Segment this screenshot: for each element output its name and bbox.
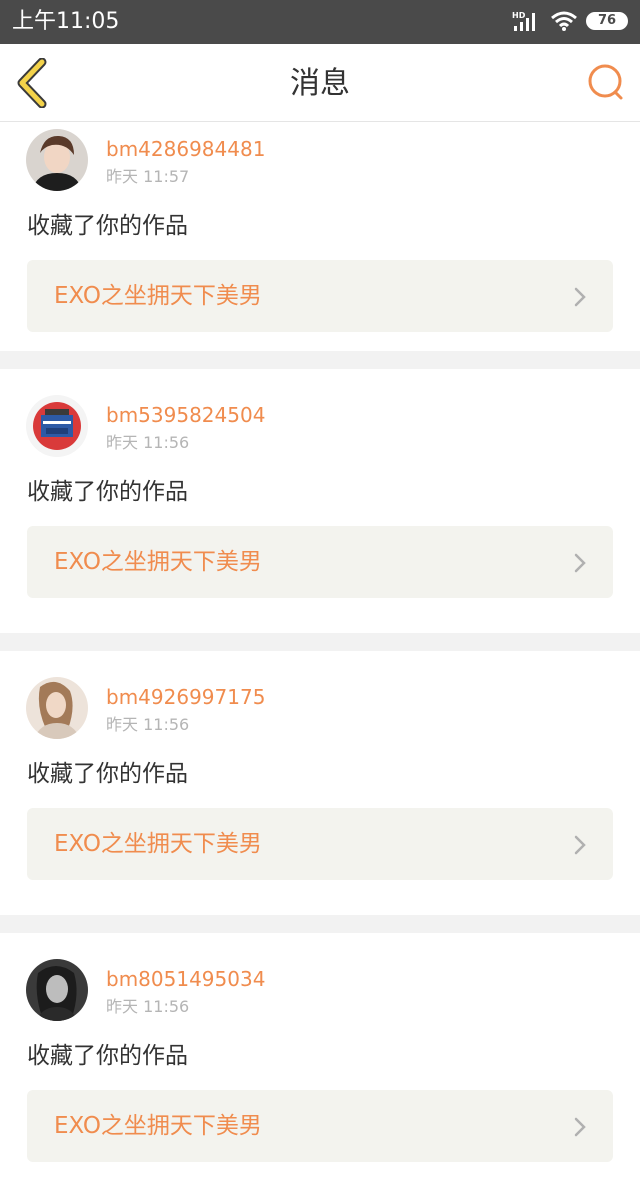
action-text: 收藏了你的作品 [27, 479, 188, 505]
work-title: EXO之坐拥天下美男 [54, 283, 262, 309]
action-text: 收藏了你的作品 [27, 213, 188, 239]
avatar[interactable] [26, 959, 88, 1021]
action-text: 收藏了你的作品 [27, 761, 188, 787]
chevron-right-icon [574, 553, 586, 573]
status-bar: 上午11:05 HD 76 [0, 0, 640, 44]
network-badge: HD [512, 11, 526, 20]
message-list: bm4286984481 昨天 11:57 收藏了你的作品 EXO之坐拥天下美男… [0, 123, 640, 1197]
username[interactable]: bm8051495034 [106, 967, 265, 991]
avatar[interactable] [26, 395, 88, 457]
timestamp: 昨天 11:56 [106, 997, 190, 1016]
chevron-right-icon [574, 835, 586, 855]
work-link[interactable]: EXO之坐拥天下美男 [27, 260, 613, 332]
username[interactable]: bm4926997175 [106, 685, 265, 709]
username[interactable]: bm5395824504 [106, 403, 265, 427]
cellular-signal-icon: HD [512, 11, 535, 31]
battery-level: 76 [597, 13, 617, 28]
divider [0, 633, 640, 651]
status-icons: HD 76 [488, 10, 628, 34]
wifi-icon [551, 11, 577, 31]
battery-icon: 76 [586, 12, 628, 30]
page-title: 消息 [290, 66, 350, 101]
username[interactable]: bm4286984481 [106, 137, 265, 161]
divider [0, 351, 640, 369]
chevron-right-icon [574, 1117, 586, 1137]
avatar[interactable] [26, 129, 88, 191]
chevron-right-icon [574, 287, 586, 307]
message-card: bm4286984481 昨天 11:57 收藏了你的作品 EXO之坐拥天下美男 [0, 123, 640, 351]
action-text: 收藏了你的作品 [27, 1043, 188, 1069]
message-card: bm5395824504 昨天 11:56 收藏了你的作品 EXO之坐拥天下美男 [0, 369, 640, 633]
timestamp: 昨天 11:56 [106, 433, 190, 452]
work-link[interactable]: EXO之坐拥天下美男 [27, 526, 613, 598]
work-title: EXO之坐拥天下美男 [54, 831, 262, 857]
timestamp: 昨天 11:57 [106, 167, 190, 186]
message-card: bm8051495034 昨天 11:56 收藏了你的作品 EXO之坐拥天下美男 [0, 933, 640, 1197]
divider [0, 915, 640, 933]
search-button[interactable] [586, 62, 626, 102]
app-header: 消息 [0, 44, 640, 122]
avatar[interactable] [26, 677, 88, 739]
timestamp: 昨天 11:56 [106, 715, 190, 734]
work-link[interactable]: EXO之坐拥天下美男 [27, 808, 613, 880]
work-link[interactable]: EXO之坐拥天下美男 [27, 1090, 613, 1162]
search-icon [588, 64, 623, 100]
work-title: EXO之坐拥天下美男 [54, 1113, 262, 1139]
message-card: bm4926997175 昨天 11:56 收藏了你的作品 EXO之坐拥天下美男 [0, 651, 640, 915]
work-title: EXO之坐拥天下美男 [54, 549, 262, 575]
status-time: 上午11:05 [12, 9, 120, 34]
